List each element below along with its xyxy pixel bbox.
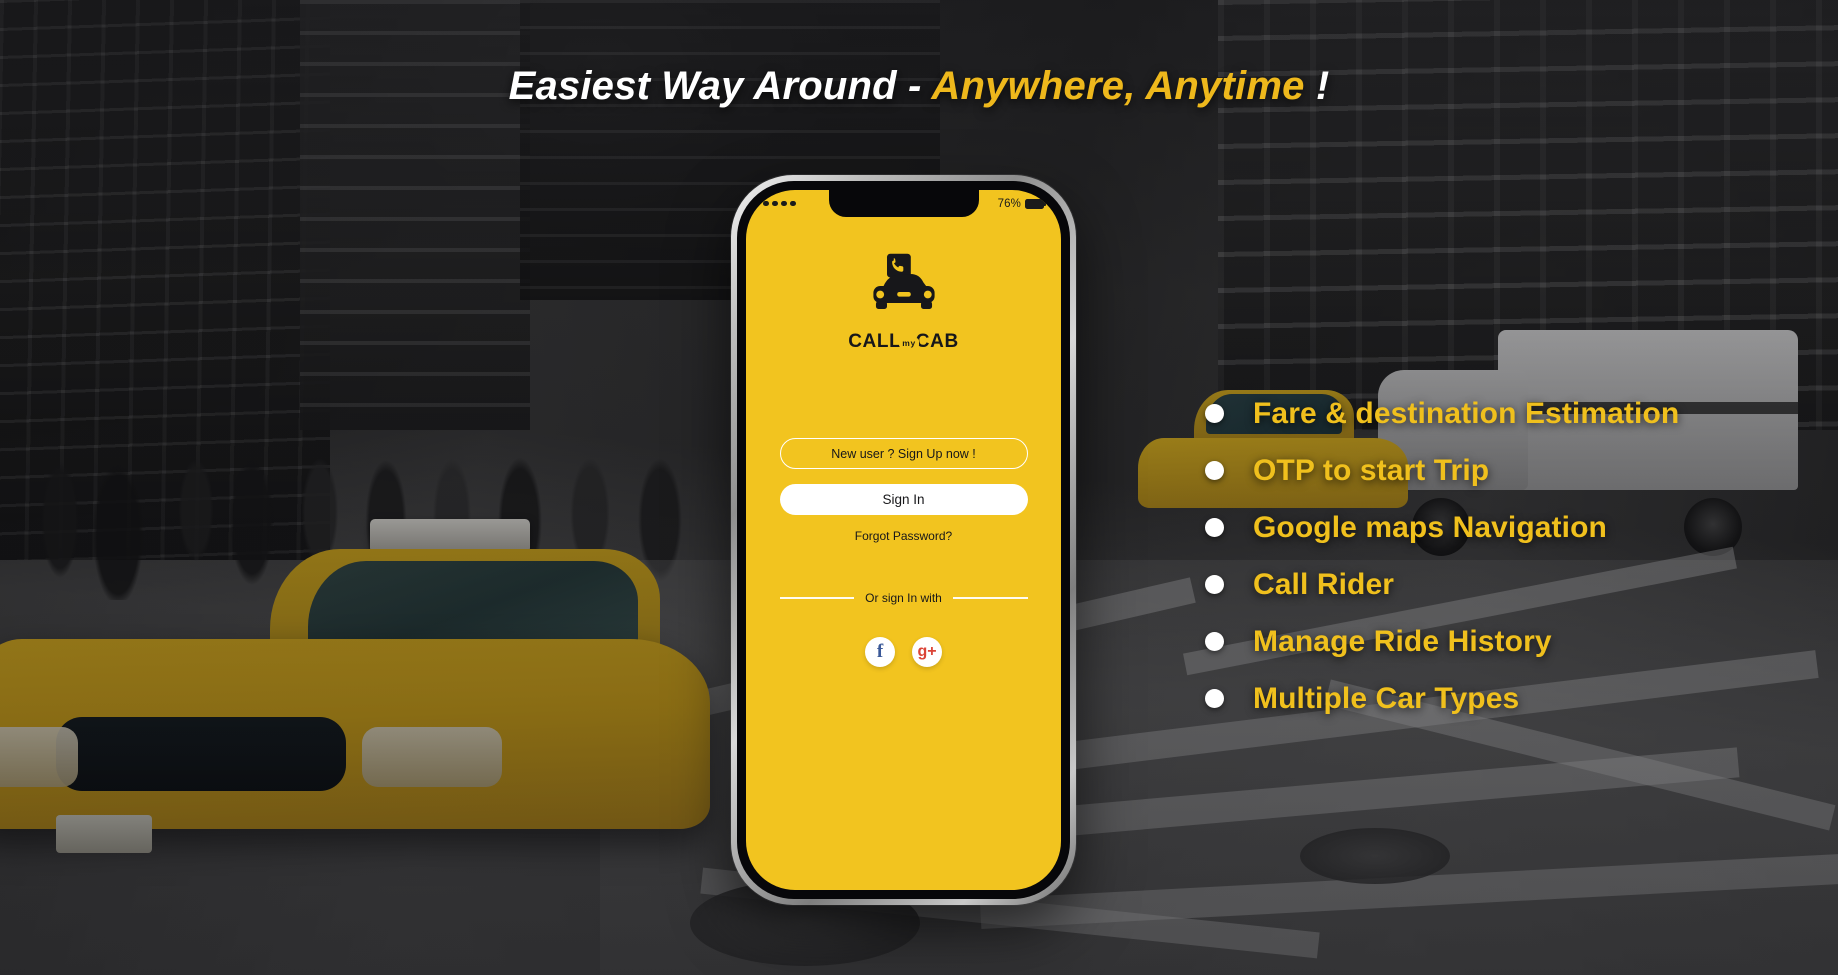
forgot-password-link[interactable]: Forgot Password? — [855, 529, 952, 543]
status-bar: 76% — [746, 190, 1061, 217]
battery-icon — [1025, 198, 1047, 209]
app-logo-wordmark: CALL my CAB — [848, 331, 959, 353]
feature-label: Google maps Navigation — [1253, 510, 1607, 544]
battery-status: 76% — [997, 197, 1047, 210]
app-logo: CALL my CAB — [746, 252, 1061, 353]
battery-percent-label: 76% — [997, 197, 1021, 210]
page-headline: Easiest Way Around - Anywhere, Anytime ! — [0, 64, 1838, 109]
divider-line-right — [952, 597, 1028, 599]
list-item: Google maps Navigation — [1205, 499, 1679, 556]
feature-label: Call Rider — [1253, 567, 1395, 601]
bullet-dot-icon — [1205, 689, 1224, 708]
social-login-row: f g+ — [865, 637, 942, 667]
headline-part-exclaim: ! — [1304, 64, 1330, 108]
phone-bezel: 76% CALL my CAB New user ? Sign Up now !… — [737, 181, 1070, 899]
feature-label: Fare & destination Estimation — [1253, 396, 1680, 430]
google-plus-icon[interactable]: g+ — [912, 637, 942, 667]
feature-label: Manage Ride History — [1253, 624, 1552, 658]
bullet-dot-icon — [1205, 461, 1224, 480]
app-screen: 76% CALL my CAB New user ? Sign Up now !… — [746, 190, 1061, 890]
feature-list: Fare & destination Estimation OTP to sta… — [1205, 385, 1679, 727]
headline-part-yellow: Anywhere, Anytime — [931, 64, 1305, 108]
auth-panel: New user ? Sign Up now ! Sign In Forgot … — [746, 438, 1061, 667]
divider-line-left — [779, 597, 855, 599]
list-item: Multiple Car Types — [1205, 670, 1679, 727]
logo-word-call: CALL — [848, 331, 902, 352]
logo-word-my-badge: my — [899, 337, 919, 349]
divider-label: Or sign In with — [865, 591, 942, 605]
social-divider: Or sign In with — [779, 591, 1028, 605]
bullet-dot-icon — [1205, 632, 1224, 651]
feature-label: Multiple Car Types — [1253, 681, 1520, 715]
feature-label: OTP to start Trip — [1253, 453, 1490, 487]
list-item: Manage Ride History — [1205, 613, 1679, 670]
list-item: Fare & destination Estimation — [1205, 385, 1679, 442]
list-item: Call Rider — [1205, 556, 1679, 613]
promo-scene: Easiest Way Around - Anywhere, Anytime !… — [0, 0, 1838, 975]
bullet-dot-icon — [1205, 518, 1224, 537]
sign-up-button[interactable]: New user ? Sign Up now ! — [779, 438, 1028, 469]
bullet-dot-icon — [1205, 575, 1224, 594]
phone-mockup: 76% CALL my CAB New user ? Sign Up now !… — [731, 175, 1076, 905]
list-item: OTP to start Trip — [1205, 442, 1679, 499]
signal-dots-icon — [763, 200, 796, 207]
headline-part-white: Easiest Way Around - — [508, 64, 932, 108]
sign-in-button[interactable]: Sign In — [779, 484, 1028, 515]
logo-word-cab: CAB — [915, 331, 959, 352]
bullet-dot-icon — [1205, 404, 1224, 423]
call-my-cab-logo-icon — [861, 252, 947, 320]
facebook-icon[interactable]: f — [865, 637, 895, 667]
